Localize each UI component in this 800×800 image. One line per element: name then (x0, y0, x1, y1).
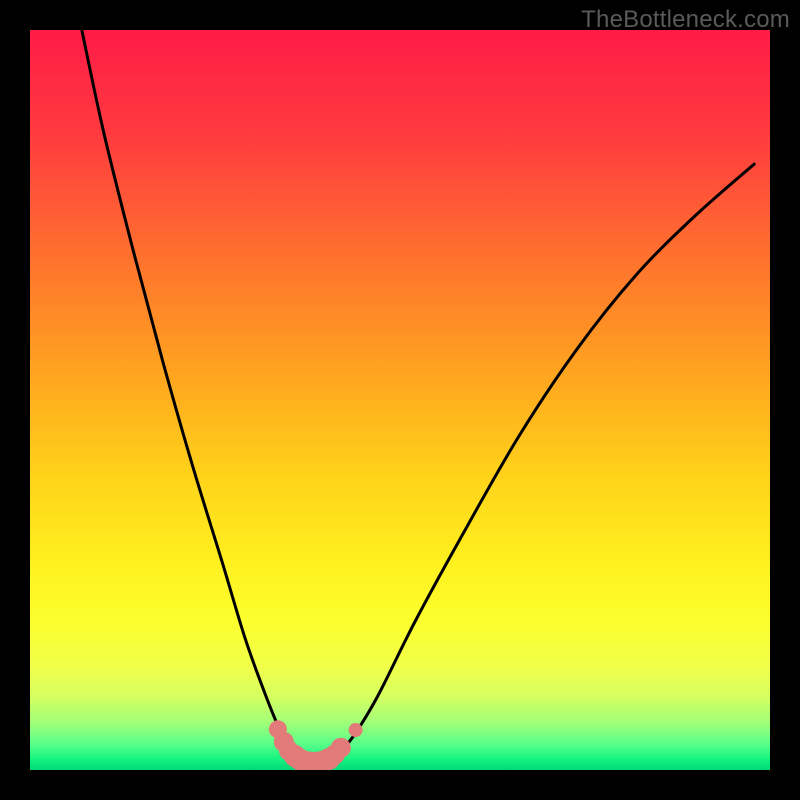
bottleneck-curve (82, 30, 755, 763)
watermark-text: TheBottleneck.com (581, 6, 790, 34)
optimal-range-markers (269, 720, 363, 770)
optimal-marker (349, 723, 363, 737)
optimal-marker (331, 738, 351, 758)
chart-frame (30, 30, 770, 770)
bottleneck-plot (30, 30, 770, 770)
